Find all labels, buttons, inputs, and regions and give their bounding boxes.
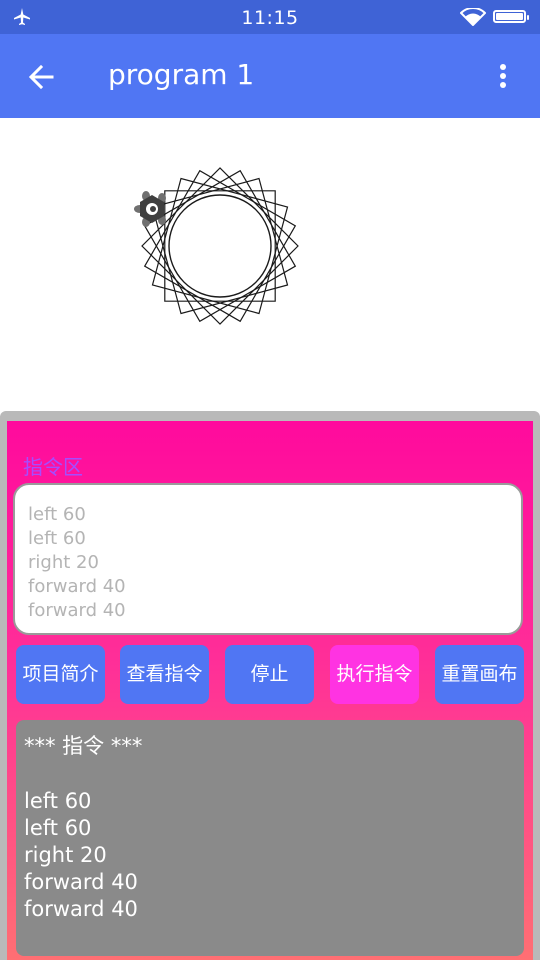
app-bar: program 1 [0,34,540,118]
view-commands-button[interactable]: 查看指令 [120,645,209,704]
output-line: left 60 [24,816,92,840]
command-input[interactable]: left 60 left 60 right 20 forward 40 forw… [13,483,523,635]
output-header: *** 指令 *** [24,734,143,758]
reset-canvas-button[interactable]: 重置画布 [435,645,524,704]
command-input-line: left 60 [28,528,86,549]
stop-button[interactable]: 停止 [225,645,314,704]
output-line: forward 40 [24,870,138,894]
project-intro-button[interactable]: 项目简介 [16,645,105,704]
command-input-line: forward 40 [28,576,126,597]
command-input-line: left 60 [28,504,86,525]
turtle-drawing [141,167,299,325]
execute-commands-button[interactable]: 执行指令 [330,645,419,704]
status-time: 11:15 [241,7,299,29]
command-input-line: forward 40 [28,600,126,621]
battery-icon [493,10,529,23]
command-output: *** 指令 *** left 60 left 60 right 20 forw… [16,720,524,956]
status-bar: 11:15 [0,0,540,34]
command-input-line: right 20 [28,552,99,573]
output-line: forward 40 [24,897,138,921]
more-vert-icon[interactable] [496,63,510,95]
command-panel: 指令区 left 60 left 60 right 20 forward 40 … [0,411,540,960]
command-panel-body: 指令区 left 60 left 60 right 20 forward 40 … [7,421,533,960]
page-title: program 1 [108,58,255,91]
output-line: left 60 [24,789,92,813]
drawing-canvas[interactable] [3,118,537,410]
wifi-icon [459,7,487,30]
back-arrow-icon[interactable] [27,63,55,95]
command-area-title: 指令区 [23,455,83,479]
turtle-icon [134,191,166,227]
output-line: right 20 [24,843,107,867]
